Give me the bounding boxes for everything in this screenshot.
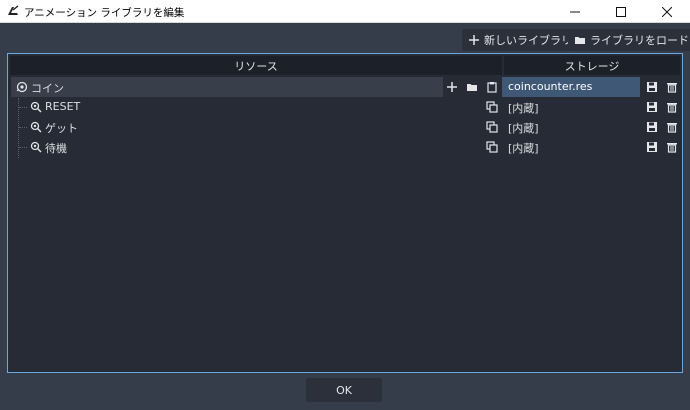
animation-icon (29, 120, 43, 134)
window-titlebar: アニメーション ライブラリを編集 (0, 0, 690, 23)
tree-branch (19, 127, 27, 128)
animation-row[interactable]: ゲット [内蔵] (11, 117, 679, 137)
delete-animation-icon[interactable] (665, 100, 679, 114)
animation-name: 待機 (45, 142, 67, 155)
godot-app-icon (6, 4, 20, 18)
animation-name: ゲット (45, 122, 78, 135)
save-animation-icon[interactable] (645, 120, 659, 134)
library-row[interactable]: コイン coincounter.res (11, 77, 679, 97)
save-library-icon[interactable] (645, 80, 659, 94)
load-animation-icon[interactable] (465, 80, 479, 94)
animation-row[interactable]: RESET [内蔵] (11, 97, 679, 117)
library-name: コイン (31, 82, 64, 95)
new-library-button[interactable]: 新しいライブラリ (462, 29, 578, 51)
window-title: アニメーション ライブラリを編集 (24, 7, 185, 19)
column-header-storage: ストレージ (504, 56, 680, 75)
edit-animation-library-dialog: 新しいライブラリ ライブラリをロード リソース ストレージ コイン coinco… (0, 23, 690, 410)
paste-animation-icon[interactable] (485, 80, 499, 94)
make-unique-icon[interactable] (485, 140, 499, 154)
animation-icon (29, 100, 43, 114)
close-button[interactable] (644, 0, 690, 23)
column-header-resource: リソース (10, 56, 502, 75)
library-row-highlight (11, 77, 443, 97)
tree-branch (19, 147, 27, 148)
library-storage-path[interactable]: coincounter.res (502, 77, 640, 97)
minimize-button[interactable] (552, 0, 598, 23)
animation-storage: [内蔵] (508, 102, 539, 115)
tree-branch (19, 107, 27, 108)
maximize-icon (616, 6, 626, 17)
new-library-label: 新しいライブラリ (484, 34, 572, 47)
add-animation-icon[interactable] (445, 80, 459, 94)
animation-storage: [内蔵] (508, 142, 539, 155)
delete-animation-icon[interactable] (665, 140, 679, 154)
animation-icon (29, 140, 43, 154)
minimize-icon (570, 11, 580, 12)
save-animation-icon[interactable] (645, 140, 659, 154)
make-unique-icon[interactable] (485, 100, 499, 114)
delete-library-icon[interactable] (665, 80, 679, 94)
load-library-button[interactable]: ライブラリをロード (568, 29, 690, 51)
folder-icon (575, 37, 585, 44)
delete-animation-icon[interactable] (665, 120, 679, 134)
animation-row[interactable]: 待機 [内蔵] (11, 137, 679, 157)
maximize-button[interactable] (598, 0, 644, 23)
animation-storage: [内蔵] (508, 122, 539, 135)
save-animation-icon[interactable] (645, 100, 659, 114)
animation-library-icon (15, 80, 29, 94)
animation-name: RESET (45, 100, 81, 113)
library-tree[interactable]: リソース ストレージ コイン coincounter.res RESET [内蔵… (7, 53, 683, 373)
load-library-label: ライブラリをロード (590, 34, 689, 47)
plus-icon (469, 35, 479, 45)
close-icon (662, 6, 672, 17)
ok-button[interactable]: OK (306, 378, 382, 402)
make-unique-icon[interactable] (485, 120, 499, 134)
